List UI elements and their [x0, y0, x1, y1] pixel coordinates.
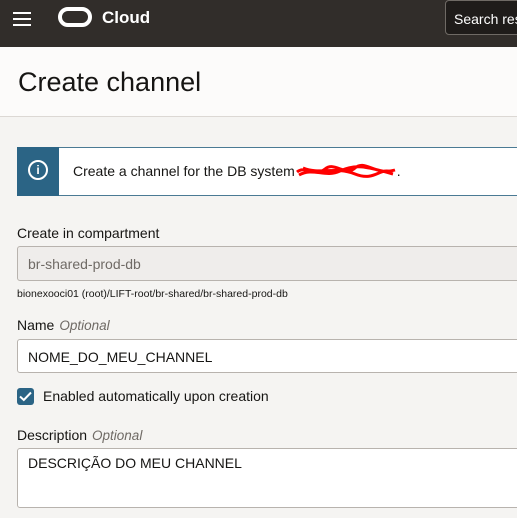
- info-banner: i Create a channel for the DB system.: [17, 147, 517, 196]
- info-icon: i: [28, 160, 48, 180]
- banner-text: Create a channel for the DB system: [73, 163, 295, 179]
- page-title: Create channel: [18, 67, 202, 97]
- redaction-scribble: [295, 164, 397, 179]
- page-header: Create channel: [0, 47, 517, 117]
- check-icon: [19, 391, 32, 402]
- description-label-text: Description: [17, 427, 88, 443]
- top-navigation-bar: Cloud Search res: [0, 0, 517, 47]
- compartment-label: Create in compartment: [17, 225, 160, 241]
- description-optional-hint: Optional: [92, 428, 143, 443]
- brand-name[interactable]: Cloud: [102, 8, 150, 28]
- enabled-checkbox[interactable]: [17, 388, 34, 405]
- compartment-path: bionexooci01 (root)/LIFT-root/br-shared/…: [17, 288, 288, 300]
- banner-message: Create a channel for the DB system.: [73, 163, 401, 179]
- description-label: Description Optional: [17, 427, 142, 443]
- name-label: Name Optional: [17, 317, 110, 333]
- name-optional-hint: Optional: [59, 318, 110, 333]
- hamburger-menu-icon[interactable]: [13, 11, 33, 27]
- banner-suffix: .: [396, 163, 401, 179]
- compartment-select[interactable]: br-shared-prod-db: [17, 246, 517, 281]
- oracle-logo-icon[interactable]: [58, 7, 92, 27]
- description-textarea[interactable]: DESCRIÇÃO DO MEU CHANNEL: [17, 448, 517, 508]
- name-label-text: Name: [17, 317, 55, 333]
- banner-icon-strip: i: [17, 147, 59, 196]
- search-input[interactable]: Search res: [445, 0, 517, 35]
- name-input[interactable]: NOME_DO_MEU_CHANNEL: [17, 339, 517, 373]
- enabled-checkbox-label[interactable]: Enabled automatically upon creation: [43, 388, 269, 404]
